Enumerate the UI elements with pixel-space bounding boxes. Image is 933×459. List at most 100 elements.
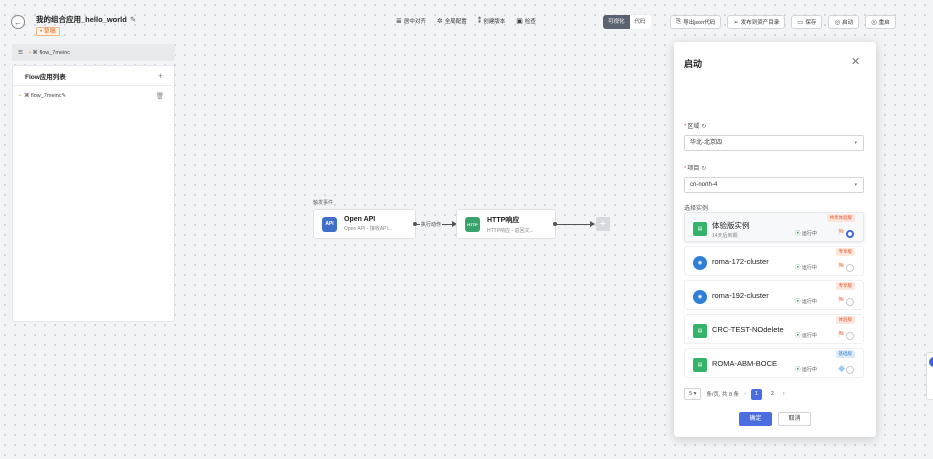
- connector-line: [556, 224, 592, 225]
- cancel-button[interactable]: 取消: [778, 412, 811, 426]
- instance-status: ⦿ 运行中: [795, 365, 817, 373]
- button-label: 导出json代码: [683, 20, 716, 26]
- page-number-2[interactable]: 2: [767, 389, 778, 400]
- running-status-icon: ⦿: [795, 265, 801, 271]
- instance-name: roma-192-cluster: [712, 291, 769, 300]
- required-marker: *: [684, 124, 687, 130]
- flow-glyph-icon: ⌘: [32, 49, 38, 56]
- button-label: 发布到资产目录: [740, 20, 780, 26]
- instance-card[interactable]: ▤ 体验版实例 14天后到期 ⦿ 运行中 共享体验版 ⚑: [684, 212, 864, 242]
- pencil-icon[interactable]: ✎: [62, 93, 67, 99]
- running-status-icon: ⦿: [795, 231, 801, 237]
- instance-status-text: 运行中: [801, 231, 817, 237]
- edition-badge-icon: ⚑: [836, 329, 845, 339]
- running-status-icon: ⦿: [795, 367, 801, 373]
- list-item-label: flow_7meinc: [30, 92, 62, 99]
- region-label: *区域 ↻: [684, 121, 706, 130]
- action-buttons: ⎘ 导出json代码 ➢ 发布到资产目录 ▭ 保存 ◎ 启动 ◎ 重启: [670, 15, 896, 29]
- restart-button[interactable]: ◎ 重启: [865, 15, 896, 29]
- assistant-icon[interactable]: [929, 357, 933, 367]
- page-number-1[interactable]: 1: [750, 388, 762, 400]
- flow-dot-icon: •: [19, 92, 21, 99]
- publish-button[interactable]: ➢ 发布到资产目录: [727, 15, 786, 29]
- arrow-head-icon: [590, 221, 595, 227]
- instance-status: ⦿ 运行中: [795, 297, 817, 305]
- instance-expiry: 14天后到期: [712, 233, 738, 239]
- chevron-down-icon: ▾: [854, 182, 857, 188]
- page-size-select[interactable]: 5 ▾: [684, 388, 702, 400]
- tool-create-version[interactable]: ⁑ 创建版本: [478, 17, 506, 25]
- save-button[interactable]: ▭ 保存: [791, 15, 823, 29]
- export-json-button[interactable]: ⎘ 导出json代码: [670, 15, 722, 29]
- tool-align-center[interactable]: ≣ 居中对齐: [396, 17, 426, 25]
- add-node-icon[interactable]: +: [596, 217, 610, 231]
- version-icon: ⁑: [477, 18, 482, 25]
- instance-name: ROMA-ABM-BOCE: [712, 359, 778, 368]
- instance-card[interactable]: ▤ ROMA-ABM-BOCE ⦿ 运行中 基础版 ◆: [684, 348, 864, 378]
- pencil-icon[interactable]: ✎: [130, 15, 136, 24]
- add-icon[interactable]: +: [158, 71, 163, 81]
- collapse-menu-icon[interactable]: ☰: [18, 50, 23, 56]
- instance-edition-badge: 体验版: [835, 316, 855, 324]
- tool-label: 居中对齐: [403, 19, 426, 25]
- flow-list-header: Flow应用列表 +: [13, 66, 174, 86]
- start-icon: ◎: [834, 19, 841, 26]
- next-page-icon[interactable]: ›: [783, 391, 785, 397]
- instance-icon: ▤: [693, 222, 707, 236]
- edition-badge-icon: ⚑: [836, 261, 845, 271]
- instance-card[interactable]: ◉ roma-172-cluster ⦿ 运行中 专享版 ⚑: [684, 246, 864, 276]
- side-float-widget[interactable]: [926, 352, 933, 400]
- region-select[interactable]: 华北-北京四 ▾: [684, 135, 864, 151]
- send-icon: ➢: [733, 19, 739, 26]
- instance-radio[interactable]: [846, 230, 854, 238]
- list-item[interactable]: • ⌘ flow_7meinc✎ 🗑: [13, 86, 174, 105]
- instance-status-text: 运行中: [801, 367, 817, 373]
- view-mode-visual[interactable]: 可视化: [603, 15, 630, 29]
- page-size-value: 5: [689, 391, 693, 397]
- region-value: 华北-北京四: [690, 140, 722, 146]
- button-label: 启动: [842, 20, 854, 26]
- instance-icon: ◉: [693, 290, 707, 304]
- pagination: 5 ▾ 条/页, 共 8 条 ‹ 1 2 ›: [684, 388, 785, 400]
- node-subtitle: HTTP响应 - 返回文...: [487, 227, 534, 234]
- tool-label: 全局配置: [444, 19, 467, 25]
- refresh-icon[interactable]: ↻: [701, 124, 706, 130]
- project-select[interactable]: cn-north-4 ▾: [684, 177, 864, 193]
- instance-radio[interactable]: [846, 332, 854, 340]
- gear-icon: ✲: [436, 18, 443, 25]
- tool-check[interactable]: ▣ 检查: [516, 17, 536, 25]
- instance-radio[interactable]: [846, 366, 854, 374]
- view-mode-code[interactable]: 代码: [629, 15, 651, 29]
- flow-dot-icon: •: [28, 49, 31, 56]
- tool-global-config[interactable]: ✲ 全局配置: [437, 17, 467, 25]
- top-toolbar: ← 我的组合应用_hello_world ✎ • 草稿 ≣ 居中对齐 ✲ 全局配置 ⁑…: [0, 0, 933, 40]
- project-value: cn-north-4: [690, 182, 718, 188]
- region-label-text: 区域: [687, 124, 700, 130]
- instance-radio[interactable]: [846, 264, 854, 272]
- instance-card[interactable]: ▤ CRC-TEST-NOdelete ⦿ 运行中 体验版 ⚑: [684, 314, 864, 344]
- flow-list-panel: Flow应用列表 + • ⌘ flow_7meinc✎ 🗑: [12, 65, 175, 322]
- flow-node-http-response[interactable]: HTTP HTTP响应 HTTP响应 - 返回文...: [456, 209, 556, 239]
- trash-icon[interactable]: 🗑: [156, 92, 164, 100]
- running-status-icon: ⦿: [795, 333, 801, 339]
- pagination-summary: 条/页, 共 8 条: [706, 392, 740, 398]
- edition-badge-icon: ⚑: [836, 227, 845, 237]
- instance-card[interactable]: ◉ roma-192-cluster ⦿ 运行中 专享版 ⚑: [684, 280, 864, 310]
- flow-selector[interactable]: ☰ • ⌘ flow_7meinc: [12, 44, 175, 61]
- flow-node-open-api[interactable]: API Open API Open API - 接收API...: [313, 209, 416, 239]
- node-title: HTTP响应: [487, 216, 520, 224]
- instance-edition-badge: 共享体验版: [826, 214, 855, 222]
- prev-page-icon[interactable]: ‹: [744, 391, 746, 397]
- save-icon: ▭: [797, 19, 804, 26]
- instance-icon: ◉: [693, 256, 707, 270]
- required-marker: *: [684, 166, 687, 172]
- refresh-icon[interactable]: ↻: [701, 166, 706, 172]
- start-button[interactable]: ◎ 启动: [828, 15, 860, 29]
- canvas-tools: ≣ 居中对齐 ✲ 全局配置 ⁑ 创建版本 ▣ 检查: [396, 17, 536, 25]
- confirm-button[interactable]: 确定: [739, 412, 772, 426]
- back-arrow-icon[interactable]: ←: [11, 15, 25, 29]
- close-icon[interactable]: ✕: [851, 55, 860, 68]
- instance-status-text: 运行中: [801, 299, 817, 305]
- instance-radio[interactable]: [846, 298, 854, 306]
- tool-label: 创建版本: [483, 19, 506, 25]
